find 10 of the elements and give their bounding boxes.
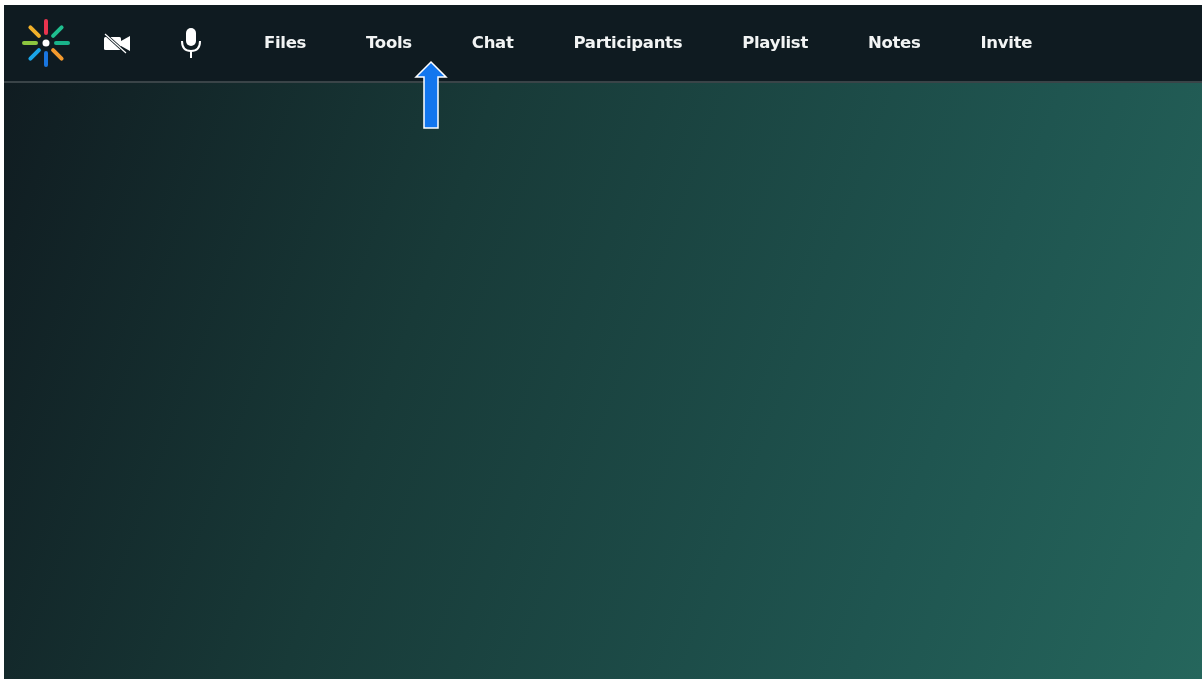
up-arrow-icon (413, 60, 449, 130)
menu-tab[interactable]: Invite (980, 30, 1033, 56)
menu-tab[interactable]: Playlist (742, 30, 808, 56)
camera-off-icon[interactable] (102, 32, 132, 54)
menu-tab[interactable]: Participants (573, 30, 683, 56)
menu-tab[interactable]: Tools (366, 30, 412, 56)
menu-tab[interactable]: Chat (471, 30, 514, 56)
menu-tab[interactable]: Files (264, 30, 307, 56)
menu-tab[interactable]: Notes (868, 30, 921, 56)
microphone-icon[interactable] (180, 27, 202, 59)
